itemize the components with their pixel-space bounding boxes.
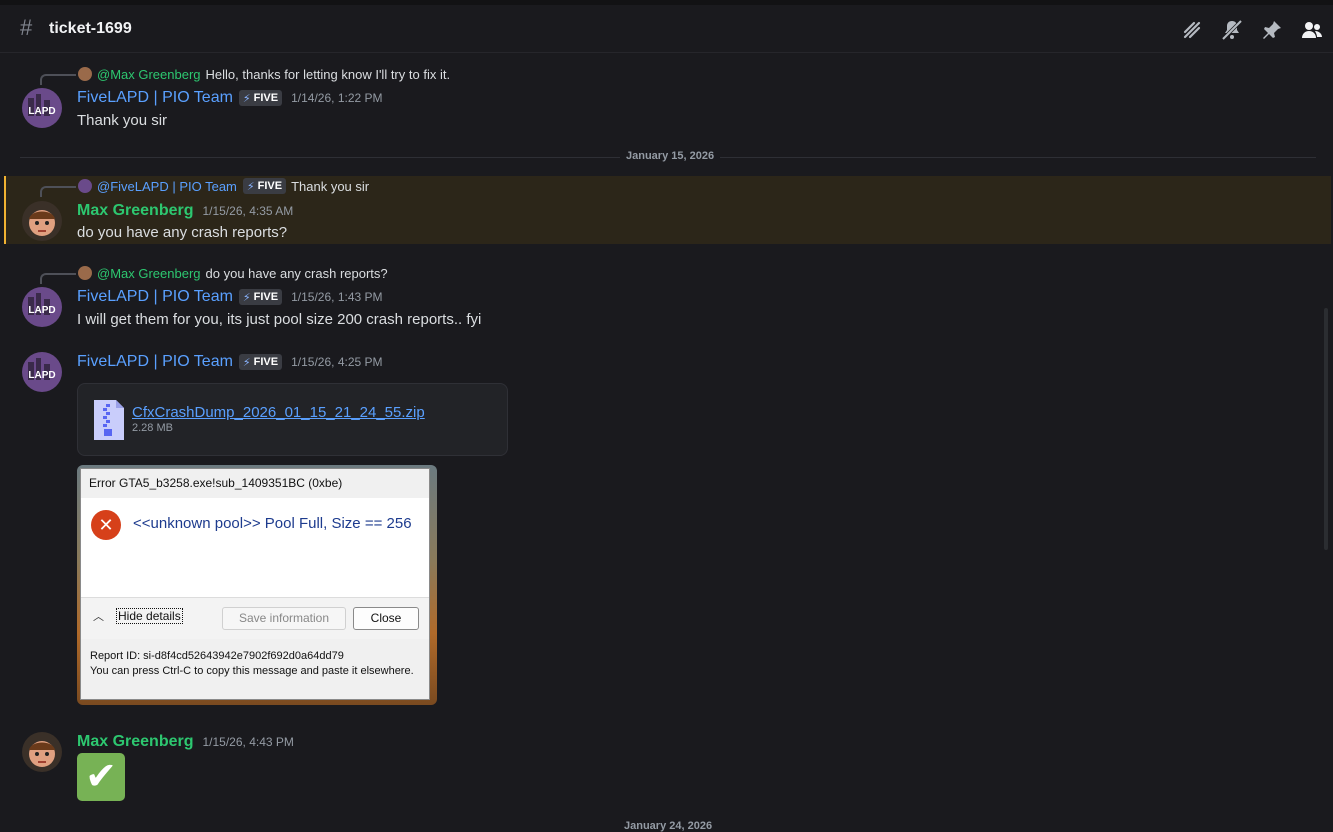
members-icon[interactable] (1300, 18, 1324, 42)
bolt-icon: ⚡ (242, 291, 251, 304)
report-id: Report ID: si-d8f4cd52643942e7902f692d0a… (90, 650, 344, 662)
message-header: FiveLAPD | PIO Team ⚡ FIVE 1/15/26, 1:43 … (77, 288, 383, 306)
reply-author[interactable]: @Max Greenberg (97, 266, 201, 281)
reply-author[interactable]: @Max Greenberg (97, 67, 201, 82)
attachment-filename[interactable]: CfxCrashDump_2026_01_15_21_24_55.zip (132, 404, 425, 421)
author-name[interactable]: FiveLAPD | PIO Team (77, 89, 233, 107)
timestamp: 1/15/26, 1:43 PM (291, 290, 383, 304)
avatar[interactable] (22, 732, 62, 772)
reply-avatar (78, 179, 92, 193)
threads-icon[interactable] (1180, 18, 1204, 42)
reply-text: do you have any crash reports? (205, 265, 388, 281)
check-mark-emoji-icon: ✔ (77, 753, 125, 801)
reply-spine (40, 186, 76, 197)
date-divider-label: January 24, 2026 (624, 820, 713, 832)
dialog-title: Error GTA5_b3258.exe!sub_1409351BC (0xbe… (81, 469, 429, 498)
message-text: I will get them for you, its just pool s… (77, 311, 482, 328)
image-attachment[interactable]: Error GTA5_b3258.exe!sub_1409351BC (0xbe… (77, 465, 437, 705)
channel-header: # ticket-1699 (0, 5, 1333, 53)
save-information-button: Save information (222, 607, 346, 630)
channel-name: ticket-1699 (49, 20, 132, 37)
reply-author[interactable]: @FiveLAPD | PIO Team (97, 179, 237, 194)
reply-preview[interactable]: @Max Greenberg Hello, thanks for letting… (78, 65, 450, 83)
bolt-icon: ⚡ (242, 92, 251, 105)
reply-spine (40, 74, 76, 85)
server-tag[interactable]: ⚡ FIVE (238, 354, 283, 370)
svg-text:LAPD: LAPD (28, 106, 55, 117)
mute-icon[interactable] (1220, 18, 1244, 42)
date-divider-label: January 15, 2026 (620, 150, 721, 162)
reply-avatar (78, 266, 92, 280)
message-header: Max Greenberg 1/15/26, 4:43 PM (77, 733, 294, 751)
file-attachment[interactable]: CfxCrashDump_2026_01_15_21_24_55.zip 2.2… (77, 383, 508, 456)
message-text: Thank you sir (77, 112, 168, 129)
timestamp: 1/15/26, 4:25 PM (291, 355, 383, 369)
close-button: Close (353, 607, 419, 630)
avatar[interactable]: LAPD (22, 88, 62, 128)
message-header: FiveLAPD | PIO Team ⚡ FIVE 1/15/26, 4:25 … (77, 353, 383, 371)
bolt-icon: ⚡ (246, 180, 255, 193)
error-dialog-screenshot: Error GTA5_b3258.exe!sub_1409351BC (0xbe… (80, 468, 430, 700)
timestamp: 1/15/26, 4:35 AM (202, 204, 294, 218)
reply-preview[interactable]: @FiveLAPD | PIO Team ⚡ FIVE Thank you sir (78, 177, 369, 195)
reply-avatar (78, 67, 92, 81)
server-tag[interactable]: ⚡ FIVE (238, 289, 283, 305)
svg-text:LAPD: LAPD (28, 305, 55, 316)
reply-text: Thank you sir (291, 178, 370, 194)
server-tag: ⚡ FIVE (242, 178, 287, 194)
svg-text:LAPD: LAPD (28, 370, 55, 381)
avatar[interactable]: LAPD (22, 287, 62, 327)
reply-spine (40, 273, 76, 284)
zip-file-icon (94, 400, 124, 440)
message-header: FiveLAPD | PIO Team ⚡ FIVE 1/14/26, 1:22 … (77, 89, 383, 107)
dialog-button-bar: ︿ Hide details Save information Close (81, 597, 429, 639)
scrollbar[interactable] (1324, 308, 1328, 550)
hide-details-button: Hide details (116, 608, 183, 624)
message-text: do you have any crash reports? (77, 224, 288, 241)
error-icon: ✕ (91, 510, 121, 540)
author-name[interactable]: FiveLAPD | PIO Team (77, 353, 233, 371)
channel-hash-icon: # (20, 15, 33, 40)
attachment-size: 2.28 MB (132, 422, 173, 434)
avatar[interactable]: LAPD (22, 352, 62, 392)
author-name[interactable]: Max Greenberg (77, 202, 193, 220)
dialog-details: Report ID: si-d8f4cd52643942e7902f692d0a… (81, 639, 429, 699)
server-tag[interactable]: ⚡ FIVE (238, 90, 283, 106)
author-name[interactable]: FiveLAPD | PIO Team (77, 288, 233, 306)
timestamp: 1/14/26, 1:22 PM (291, 91, 383, 105)
avatar[interactable] (22, 201, 62, 241)
timestamp: 1/15/26, 4:43 PM (202, 735, 294, 749)
author-name[interactable]: Max Greenberg (77, 733, 193, 751)
bolt-icon: ⚡ (242, 356, 251, 369)
dialog-message: <<unknown pool>> Pool Full, Size == 256 (133, 515, 412, 532)
chevron-up-icon: ︿ (93, 611, 104, 623)
message-header: Max Greenberg 1/15/26, 4:35 AM (77, 202, 293, 220)
reply-text: Hello, thanks for letting know I'll try … (205, 66, 451, 82)
reply-preview[interactable]: @Max Greenberg do you have any crash rep… (78, 264, 388, 282)
pin-icon[interactable] (1260, 18, 1284, 42)
copy-hint: You can press Ctrl-C to copy this messag… (90, 665, 414, 677)
